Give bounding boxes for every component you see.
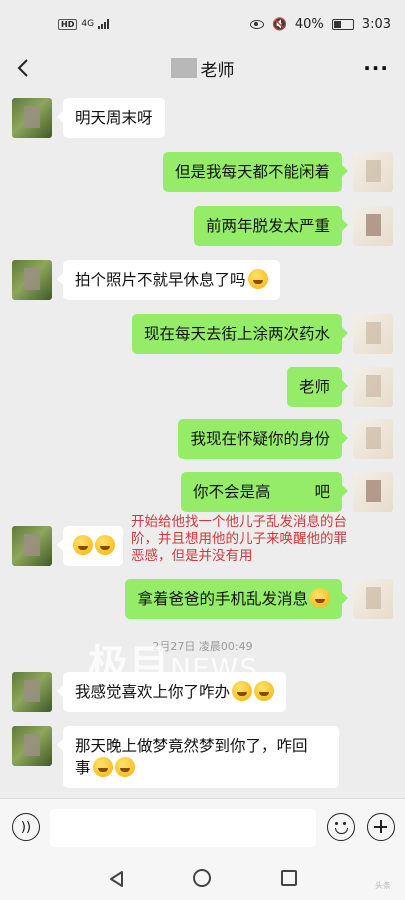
message-bubble[interactable]: 我现在怀疑你的身份 [178,419,348,459]
hd-indicator: HD [58,18,78,30]
message-input[interactable] [50,809,316,847]
more-button[interactable]: ··· [363,56,389,80]
voice-icon: )) [20,819,32,835]
message-text: 事 [75,759,91,777]
eye-comfort-icon [249,19,264,29]
voice-button[interactable]: )) [12,813,40,841]
battery-fill [333,20,341,28]
laugh-cry-emoji-icon [114,757,135,777]
my-avatar[interactable] [353,579,393,619]
my-avatar[interactable] [353,472,393,512]
mute-icon: 🔇 [271,17,287,31]
my-avatar[interactable] [353,206,393,246]
my-avatar[interactable] [353,152,393,192]
status-left: HD 4G [58,18,110,30]
my-avatar[interactable] [353,314,393,354]
signal-icon [98,19,110,29]
laugh-cry-emoji-icon [95,535,115,555]
cry-emoji-icon [232,681,253,701]
nav-back-button[interactable] [108,870,126,892]
message-bubble[interactable]: 我感觉喜欢上你了咋办 [56,672,287,712]
message-bubble[interactable]: 拍个照片不就早休息了吗 [57,260,280,300]
my-avatar[interactable] [353,367,393,407]
corner-watermark: 头条 [375,881,391,890]
message-bubble[interactable]: 但是我每天都不能闲着 [162,152,349,192]
laugh-cry-emoji-icon [73,535,93,555]
cry-emoji-icon [254,681,275,701]
contact-avatar[interactable] [12,260,52,300]
emoji-button[interactable] [327,813,355,841]
message-bubble[interactable]: 前两年脱发太严重 [193,206,349,246]
message-bubble[interactable]: 现在每天去街上涂两次药水 [131,314,349,354]
name-mosaic [170,58,197,78]
system-nav-bar [0,858,405,900]
message-bubble[interactable]: 老师 [286,367,349,407]
message-text: 我感觉喜欢上你了咋办 [75,683,231,701]
clock: 3:03 [361,16,391,32]
battery-percent: 40% [294,16,324,32]
redacted-mosaic [270,482,315,500]
message-bubble[interactable]: 拿着爸爸的手机乱发消息 [125,579,348,619]
nav-recent-icon[interactable] [281,870,297,886]
grin-emoji-icon [247,269,268,289]
laugh-cry-emoji-icon [310,588,330,608]
status-bar: HD 4G 🔇 40% 3:03 [0,0,405,48]
message-text: 拍个照片不就早休息了吗 [75,271,246,289]
network-type: 4G [81,19,95,29]
red-annotation: 开始给他找一个他儿子乱发消息的台阶，并且想用他的儿子来唤醒他的罪恶感，但是并没有… [131,514,347,564]
my-avatar[interactable] [353,419,393,459]
more-icon: ··· [363,56,389,80]
contact-avatar[interactable] [12,98,52,138]
nav-back-icon [110,871,123,887]
page-title: 老师 [200,60,235,81]
message-timestamp: 2月27日 凌晨00:49 [152,640,253,653]
message-bubble[interactable]: 你不会是高 吧 [180,472,349,512]
back-button[interactable] [12,54,36,82]
contact-avatar[interactable] [12,672,52,712]
laugh-cry-emoji-icon [92,757,113,777]
message-bubble[interactable]: 明天周末呀 [57,98,165,138]
message-text: 你不会是高 [192,483,271,501]
back-arrow-icon [17,59,28,77]
message-bubble[interactable] [57,526,123,566]
message-text: 吧 [314,483,330,501]
plus-button[interactable] [367,813,395,841]
nav-home-icon[interactable] [193,869,211,887]
contact-avatar[interactable] [12,726,52,766]
input-bar: )) [0,798,405,858]
contact-avatar[interactable] [12,526,52,566]
chat-title: 老师 [170,56,235,81]
message-bubble[interactable]: 那天晚上做梦竟然梦到你了，咋回事 [57,726,339,788]
battery-icon [331,18,354,30]
status-right: 🔇 40% 3:03 [249,16,391,32]
chat-header: 老师 ··· [0,48,405,88]
message-text: 那天晚上做梦竟然梦到你了，咋回 [75,737,308,755]
message-text: 拿着爸爸的手机乱发消息 [137,590,308,608]
